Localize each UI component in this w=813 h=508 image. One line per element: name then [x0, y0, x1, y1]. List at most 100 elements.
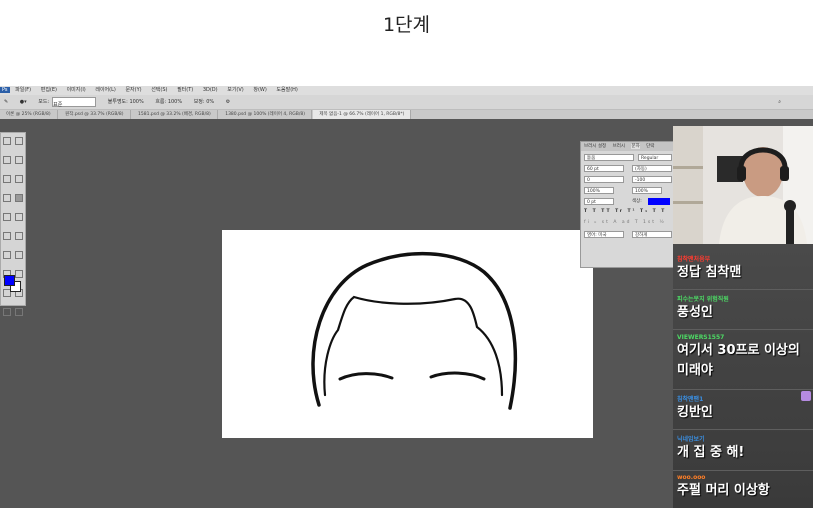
foreground-color-swatch[interactable]	[4, 275, 15, 286]
menu-item-file[interactable]: 파일(F)	[15, 87, 31, 93]
text-color-swatch[interactable]	[648, 198, 670, 205]
magic-wand-tool-icon[interactable]	[15, 156, 23, 164]
options-bar: ✎ ●▾ 모드: 표준 불투명도: 100% 흐름: 100% 보정: 0% ⚙ …	[0, 95, 813, 110]
webcam-overlay	[673, 126, 813, 244]
chat-text: 주펄 머리 이상항	[677, 483, 770, 498]
ps-logo-icon: Ps	[0, 87, 10, 93]
tab-doc-2[interactable]: 원작.psd @ 33.7% (RGB/8)	[59, 110, 131, 119]
tab-doc-1[interactable]: 이론 @ 25% (RGB/8)	[0, 110, 58, 119]
tab-doc-4[interactable]: 1380.psd @ 100% (레이어 4, RGB/8)	[219, 110, 312, 119]
font-size-field[interactable]: 60 pt	[584, 165, 624, 172]
menu-item-window[interactable]: 창(W)	[253, 87, 266, 93]
menu-item-layer[interactable]: 레이어(L)	[95, 87, 116, 93]
left-eyebrow	[338, 372, 394, 381]
flow-value[interactable]: 100%	[168, 99, 182, 105]
tab-paragraph[interactable]: 단락	[646, 144, 654, 149]
tab-doc-3[interactable]: 1581.psd @ 33.2% (배경, RGB/8)	[132, 110, 218, 119]
menu-bar: Ps 파일(F) 편집(E) 이미지(I) 레이어(L) 문자(Y) 선택(S)…	[0, 86, 813, 95]
leading-field[interactable]: (자동)	[632, 165, 672, 172]
font-style-select[interactable]: Regular	[638, 154, 672, 161]
brush-preset-picker[interactable]: ●▾	[20, 95, 27, 109]
hand-tool-icon[interactable]	[3, 308, 11, 316]
chat-message: woo.ooo 주펄 머리 이상항	[673, 474, 813, 501]
head-drawing	[311, 251, 518, 410]
chat-username: 피수는못지 위험직원	[677, 296, 729, 303]
dodge-tool-icon[interactable]	[15, 251, 23, 259]
flow-label: 흐름:	[155, 99, 167, 105]
character-panel: 브러시 설정 브러시 문자 단락 돋움 Regular 60 pt (자동) 0…	[580, 141, 677, 268]
tab-character[interactable]: 문자	[631, 144, 640, 149]
healing-tool-icon[interactable]	[3, 194, 11, 202]
menu-item-help[interactable]: 도움말(H)	[276, 87, 297, 93]
chat-text: 여기서 30프로 이상의 미래야	[677, 343, 800, 378]
zoom-tool-icon[interactable]	[15, 308, 23, 316]
lasso-tool-icon[interactable]	[3, 156, 11, 164]
hair-line	[323, 295, 504, 397]
chat-username: 닉네임보기	[677, 436, 705, 443]
menu-item-view[interactable]: 보기(V)	[227, 87, 244, 93]
chat-text: 개 집 중 해!	[677, 445, 745, 460]
horizontal-scale-field[interactable]: 100%	[632, 187, 662, 194]
tab-brush[interactable]: 브러시	[613, 144, 625, 149]
video-caption-area: 1단계	[0, 0, 813, 86]
tab-doc-5-active[interactable]: 제목 없음-1 @ 66.7% (레이어 1, RGB/8*)	[313, 110, 412, 119]
menu-item-3d[interactable]: 3D(D)	[203, 87, 218, 93]
character-panel-tabs: 브러시 설정 브러시 문자 단락	[581, 142, 676, 151]
chat-message: VIEWERS1557 여기서 30프로 이상의 미래야	[673, 334, 813, 381]
menu-item-select[interactable]: 선택(S)	[151, 87, 167, 93]
brush-tool-icon[interactable]	[15, 194, 23, 202]
head-outline	[311, 251, 518, 410]
chat-username: 침착맨팬1	[677, 396, 704, 403]
history-brush-tool-icon[interactable]	[15, 213, 23, 221]
text-style-buttons[interactable]: T T TT Tr T¹ T₁ T T	[584, 209, 673, 217]
mode-label: 모드:	[38, 99, 50, 105]
eraser-tool-icon[interactable]	[3, 232, 11, 240]
brush-tool-icon[interactable]: ✎	[4, 95, 8, 109]
opacity-label: 불투명도:	[107, 99, 128, 105]
streamer-webcam-image	[673, 126, 813, 244]
antialias-select[interactable]: 강하게	[632, 231, 672, 238]
color-label: 색상:	[632, 199, 642, 204]
smoothing-label: 보정:	[193, 99, 205, 105]
type-tool-icon[interactable]	[15, 270, 23, 278]
step-caption: 1단계	[382, 14, 431, 36]
smoothing-value[interactable]: 0%	[206, 99, 214, 105]
opentype-buttons[interactable]: fi ℴ st A ad T 1st ½	[584, 220, 673, 228]
chat-message: 피수는못지 위험직원 풍성인	[673, 294, 813, 323]
menu-item-edit[interactable]: 편집(E)	[41, 87, 57, 93]
document-canvas[interactable]	[222, 230, 593, 438]
chat-username: woo.ooo	[677, 474, 706, 481]
font-family-select[interactable]: 돋움	[584, 154, 634, 161]
menu-item-type[interactable]: 문자(Y)	[125, 87, 141, 93]
chat-text: 정답 침착맨	[677, 265, 742, 280]
tools-panel	[0, 132, 26, 316]
gear-icon[interactable]: ⚙	[226, 95, 230, 109]
chat-text: 풍성인	[677, 305, 713, 320]
language-select[interactable]: 영어: 미국	[584, 231, 624, 238]
gradient-tool-icon[interactable]	[15, 232, 23, 240]
stamp-tool-icon[interactable]	[3, 213, 11, 221]
crop-tool-icon[interactable]	[3, 175, 11, 183]
chat-text: 킹반인	[677, 405, 713, 420]
opacity-value[interactable]: 100%	[129, 99, 143, 105]
live-chat-overlay: 침착맨처음부 정답 침착맨 피수는못지 위험직원 풍성인 VIEWERS1557…	[673, 244, 813, 508]
eyedropper-tool-icon[interactable]	[15, 175, 23, 183]
mode-select[interactable]: 표준	[52, 96, 97, 108]
baseline-shift-field[interactable]: 0 pt	[584, 198, 614, 205]
tab-brush-settings[interactable]: 브러시 설정	[584, 144, 606, 149]
side-action-icon[interactable]	[801, 391, 811, 401]
search-icon[interactable]: ⌕	[778, 95, 781, 109]
chat-username: VIEWERS1557	[677, 334, 725, 341]
vertical-scale-field[interactable]: 100%	[584, 187, 614, 194]
chat-message: 닉네임보기 개 집 중 해!	[673, 434, 813, 463]
blur-tool-icon[interactable]	[3, 251, 11, 259]
chat-username: 침착맨처음부	[677, 256, 711, 263]
menu-item-filter[interactable]: 필터(T)	[177, 87, 193, 93]
menu-item-image[interactable]: 이미지(I)	[67, 87, 86, 93]
marquee-tool-icon[interactable]	[15, 137, 23, 145]
move-tool-icon[interactable]	[3, 137, 11, 145]
right-eyebrow	[429, 371, 486, 381]
tracking-field[interactable]: -100	[632, 176, 672, 183]
chat-message: 침착맨팬1 킹반인	[673, 394, 813, 423]
kerning-field[interactable]: 0	[584, 176, 624, 183]
